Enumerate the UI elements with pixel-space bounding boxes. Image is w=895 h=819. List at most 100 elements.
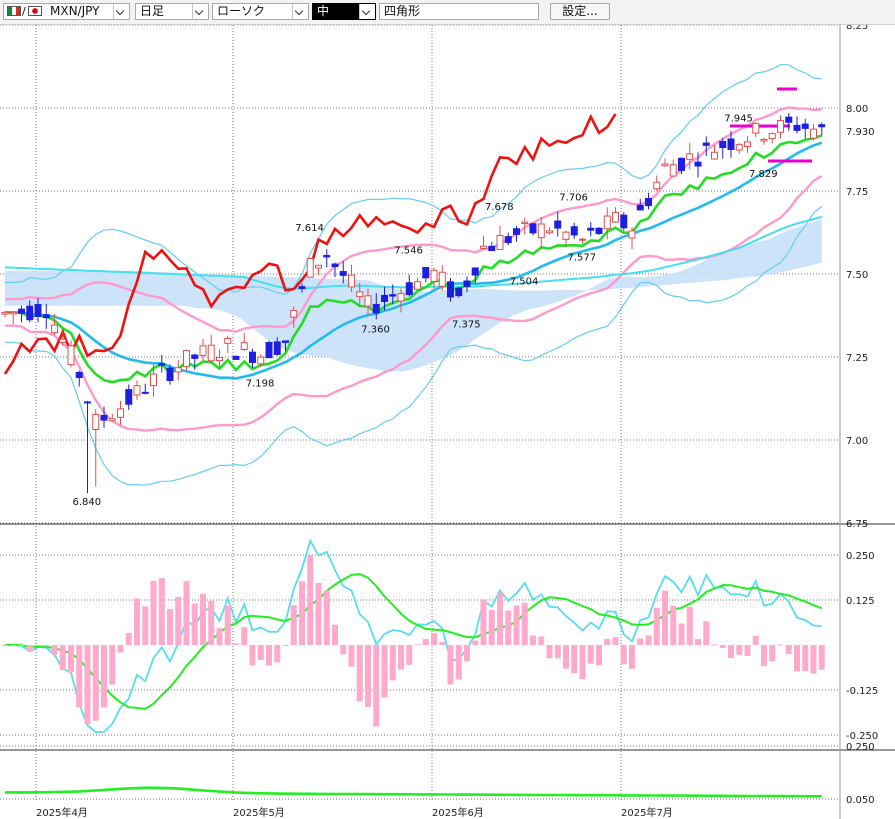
candle-down <box>702 142 710 146</box>
macd-histogram-bar <box>414 644 421 646</box>
chart-area: 8.25 8.00 7.75 7.50 7.25 7.00 6.75 0.250 0.125 -0… <box>0 25 895 819</box>
x-tick-label: 2025年7月 <box>621 806 673 819</box>
candle-up <box>92 413 100 430</box>
candle-up <box>9 311 17 315</box>
candle-up <box>290 310 298 318</box>
macd-histogram-bar <box>208 600 215 645</box>
candle-up <box>306 258 314 278</box>
macd-histogram-bar <box>2 645 8 646</box>
macd-histogram-bar <box>513 605 520 645</box>
candle-down <box>554 220 562 229</box>
candle-up <box>67 345 75 366</box>
candle-up <box>257 356 265 365</box>
candle-up <box>735 144 743 151</box>
macd-histogram-bar <box>447 645 454 685</box>
x-tick-label: 2025年5月 <box>233 806 285 819</box>
candle-down <box>488 245 496 252</box>
price-tick-label: 6.75 <box>846 519 868 530</box>
candle-up <box>150 373 157 387</box>
candle-down <box>232 355 240 360</box>
chevron-down-icon[interactable] <box>292 4 308 19</box>
marker-select[interactable]: 四角形 <box>379 3 539 20</box>
candle-down <box>26 305 34 321</box>
macd-tick-label: 0.250 <box>846 551 875 562</box>
candle-down <box>158 363 166 366</box>
macd-histogram-bar <box>134 598 140 645</box>
macd-histogram-bar <box>645 635 652 645</box>
candle-up <box>653 181 661 190</box>
symbol-text: MXN/JPY <box>50 4 100 18</box>
macd-histogram-bar <box>84 645 91 725</box>
candle-down <box>339 271 347 276</box>
candle-up <box>224 337 232 344</box>
candle-up <box>744 141 751 148</box>
candle-down <box>793 124 801 131</box>
candle-up <box>183 350 190 368</box>
candle-up <box>216 357 223 362</box>
chevron-down-icon[interactable] <box>113 4 129 19</box>
price-annotation: 7.546 <box>394 246 423 257</box>
period-select[interactable]: 日足 <box>135 3 209 20</box>
style-select[interactable]: 中 <box>312 3 376 20</box>
macd-tick-label: -0.125 <box>846 686 878 697</box>
price-tick-label: 7.50 <box>846 270 868 281</box>
candle-up <box>59 338 67 343</box>
macd-histogram-bar <box>761 645 767 666</box>
macd-histogram-bar <box>59 645 66 671</box>
candle-down <box>273 341 281 355</box>
macd-histogram-bar <box>505 610 512 645</box>
candle-down <box>75 372 83 379</box>
price-tick-label: 8.25 <box>846 25 868 32</box>
indicator-lines <box>3 63 823 798</box>
macd-histogram-bar <box>571 645 578 674</box>
adx-tick-label: 0.250 <box>846 742 875 753</box>
macd-histogram-bar <box>332 624 338 645</box>
macd-histogram-bar <box>752 635 759 645</box>
candle-up <box>669 164 677 177</box>
macd-histogram-bar <box>142 606 149 645</box>
chevron-down-icon[interactable] <box>192 4 208 19</box>
candle-up <box>348 274 355 288</box>
candle-down <box>529 223 537 234</box>
macd-histogram-bar <box>686 606 693 645</box>
candle-up <box>810 128 817 139</box>
macd-histogram-bar <box>348 645 355 667</box>
macd-histogram-bar <box>711 644 718 646</box>
price-annotation: 7.198 <box>246 378 275 389</box>
macd-histogram-bar <box>422 639 429 645</box>
macd-histogram-bar <box>497 592 503 645</box>
macd-histogram-bar <box>125 632 132 645</box>
candle-up <box>760 139 768 142</box>
price-tick-label: 7.00 <box>846 436 868 447</box>
macd-histogram-bar <box>299 581 305 645</box>
period-text: 日足 <box>140 4 165 18</box>
candle-down <box>447 281 454 298</box>
macd-histogram-bar <box>678 623 685 645</box>
settings-button[interactable]: 設定... <box>550 3 610 20</box>
macd-histogram-bar <box>406 645 413 665</box>
adx-line <box>5 786 822 798</box>
macd-histogram-bar <box>233 643 239 645</box>
macd-histogram-bar <box>68 645 74 673</box>
candle-up <box>414 281 421 290</box>
candle-down <box>331 263 339 268</box>
candle-up <box>174 367 182 373</box>
candle-down <box>455 287 463 297</box>
macd-histogram-bar <box>257 645 264 661</box>
candle-up <box>686 153 694 160</box>
macd-histogram-bar <box>637 638 644 645</box>
price-tick-label: 7.75 <box>846 187 868 198</box>
candle-down <box>504 236 512 244</box>
macd-histogram-bar <box>563 645 569 669</box>
candle-down <box>249 351 256 363</box>
candle-down <box>513 228 520 235</box>
candle-up <box>496 234 504 250</box>
chart-type-select[interactable]: ローソク <box>212 3 309 20</box>
symbol-select[interactable]: / MXN/JPY <box>3 3 130 20</box>
price-annotation: 7.504 <box>510 277 539 288</box>
macd-histogram-bar <box>629 645 635 669</box>
candle-down <box>587 227 595 231</box>
chevron-down-icon[interactable] <box>359 4 375 19</box>
macd-histogram-bar <box>728 645 734 659</box>
macd-histogram-bar <box>274 645 281 663</box>
